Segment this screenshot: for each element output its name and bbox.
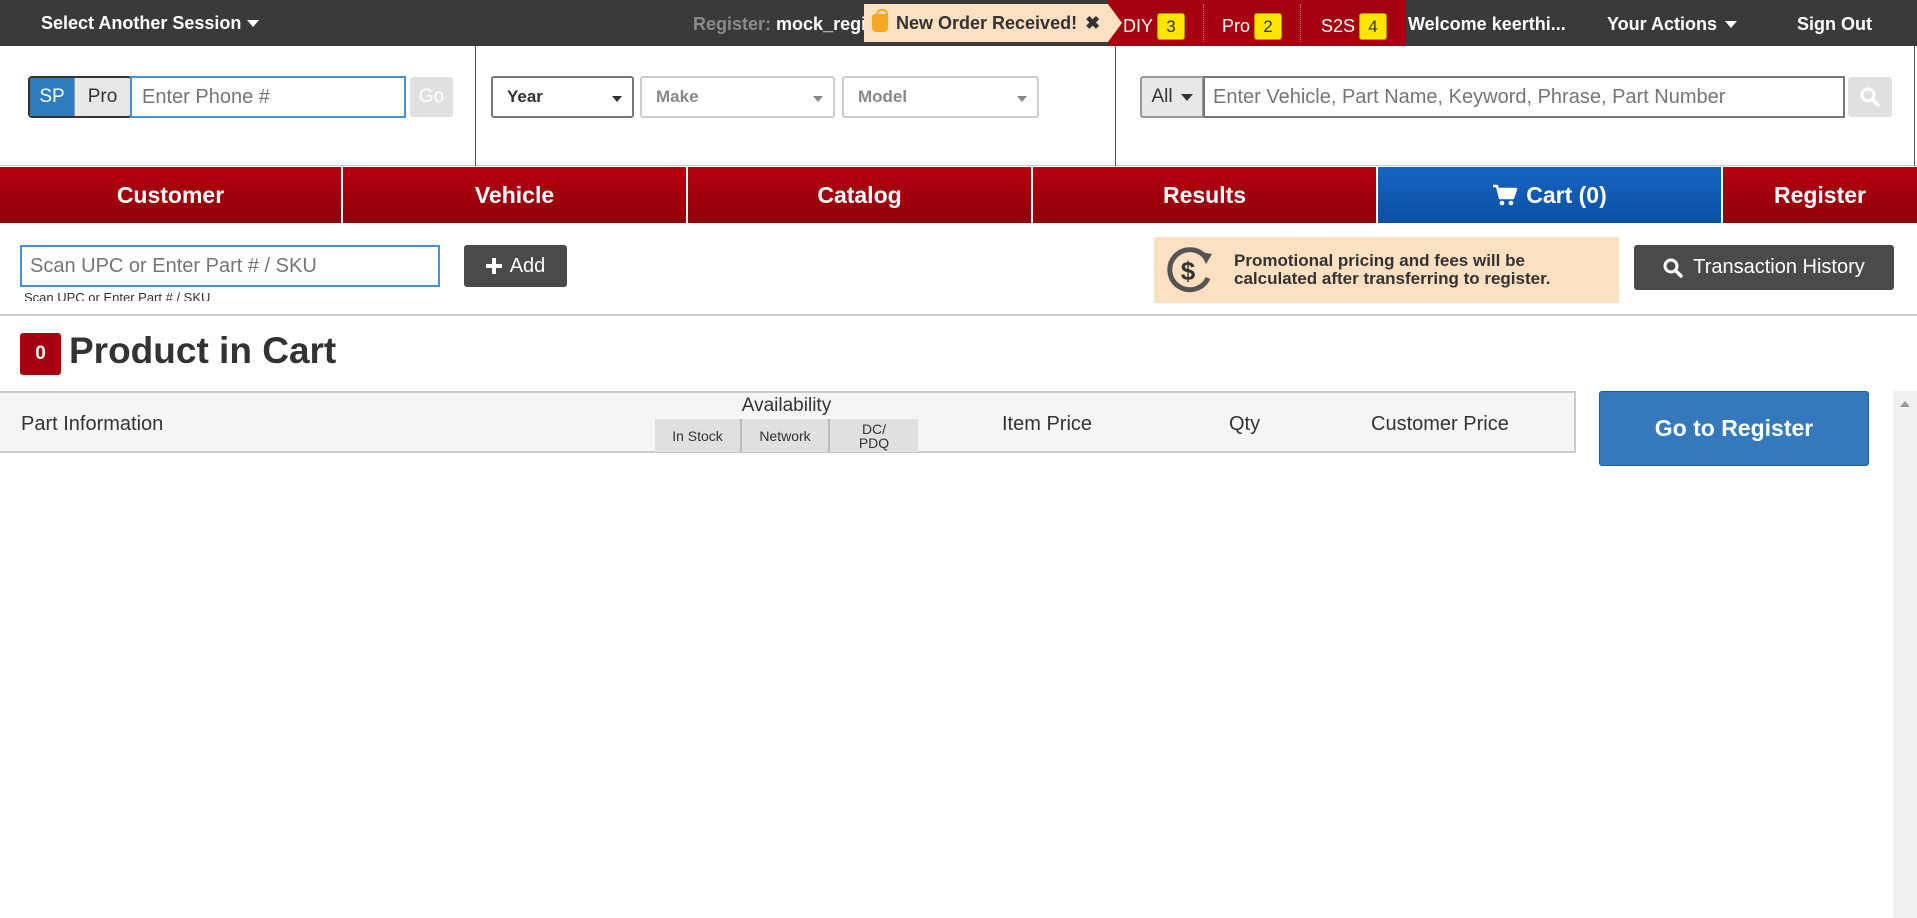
col-item-price: Item Price xyxy=(1002,413,1093,435)
tab-cart[interactable]: Cart (0) xyxy=(1378,167,1723,223)
scope-value: All xyxy=(1151,86,1173,107)
queue-count-badge: 2 xyxy=(1254,13,1283,40)
queue-pro[interactable]: Pro 2 xyxy=(1222,13,1283,40)
col-customer-price: Customer Price xyxy=(1371,413,1509,435)
go-button[interactable]: Go xyxy=(410,77,453,117)
dc-label: DC/ PDQ xyxy=(858,420,890,451)
shopping-bag-icon xyxy=(872,9,888,32)
divider xyxy=(1300,4,1301,42)
notice-text: New Order Received! xyxy=(896,12,1078,33)
caret-down-icon xyxy=(247,20,260,27)
search-button[interactable] xyxy=(1848,77,1892,117)
tab-register[interactable]: Register xyxy=(1723,167,1917,223)
dollar-refresh-icon: $ xyxy=(1167,247,1212,293)
col-availability: Availability In Stock Network DC/ PDQ xyxy=(655,393,918,453)
top-bar: Select Another Session Register: mock_re… xyxy=(0,0,1917,46)
pro-toggle[interactable]: Pro xyxy=(74,78,130,116)
divider xyxy=(1115,46,1116,166)
col-network: Network xyxy=(742,419,830,452)
sp-toggle[interactable]: SP xyxy=(30,78,74,116)
vehicle-part-search-input[interactable] xyxy=(1203,76,1845,118)
queue-label: DIY xyxy=(1123,16,1154,36)
divider xyxy=(1914,46,1915,166)
tab-results[interactable]: Results xyxy=(1033,167,1378,223)
your-actions-menu[interactable]: Your Actions xyxy=(1607,14,1738,35)
make-value: Make xyxy=(656,87,699,106)
svg-text:$: $ xyxy=(1181,256,1196,286)
cart-table-header: Part Information Availability In Stock N… xyxy=(0,391,1576,453)
plus-icon xyxy=(485,258,502,274)
year-value: Year xyxy=(507,87,543,106)
divider xyxy=(475,46,476,166)
caret-down-icon xyxy=(1725,21,1738,28)
col-dc-pdq: DC/ PDQ xyxy=(830,419,918,452)
queue-label: S2S xyxy=(1321,16,1356,36)
register-info: Register: mock_regi xyxy=(693,14,866,35)
register-label: Register: xyxy=(693,14,772,34)
col-part-information: Part Information xyxy=(21,413,164,435)
queue-count-badge: 3 xyxy=(1157,13,1186,40)
caret-down-icon xyxy=(813,96,823,102)
search-icon xyxy=(1860,87,1880,107)
history-label: Transaction History xyxy=(1693,256,1865,278)
caret-down-icon xyxy=(1180,93,1193,101)
year-select[interactable]: Year xyxy=(491,76,634,118)
welcome-text: Welcome keerthi... xyxy=(1408,14,1566,34)
page-title: Product in Cart xyxy=(69,330,337,371)
caret-down-icon xyxy=(612,96,622,102)
scroll-up-arrow-icon[interactable] xyxy=(1900,401,1910,407)
availability-label: Availability xyxy=(741,395,832,416)
tab-catalog[interactable]: Catalog xyxy=(688,167,1033,223)
promo-text: Promotional pricing and fees will be cal… xyxy=(1234,251,1551,288)
cart-count-badge: 0 xyxy=(20,333,61,375)
customer-type-toggle: SP Pro xyxy=(28,76,132,118)
queue-count-badge: 4 xyxy=(1359,13,1388,40)
divider xyxy=(1203,4,1204,42)
sign-out-link[interactable]: Sign Out xyxy=(1797,14,1872,35)
make-select[interactable]: Make xyxy=(640,76,835,118)
queue-label: Pro xyxy=(1222,16,1251,36)
promo-notice: $ Promotional pricing and fees will be c… xyxy=(1154,237,1619,303)
cart-tab-label: Cart (0) xyxy=(1526,181,1607,208)
search-icon xyxy=(1663,258,1683,278)
tab-customer[interactable]: Customer xyxy=(0,167,343,223)
tab-vehicle[interactable]: Vehicle xyxy=(343,167,688,223)
new-order-notice[interactable]: New Order Received! ✖ xyxy=(864,4,1109,42)
add-label: Add xyxy=(509,254,546,277)
col-qty: Qty xyxy=(1229,413,1261,435)
search-scope-select[interactable]: All xyxy=(1140,76,1204,118)
notice-arrow xyxy=(1108,4,1122,42)
phone-input[interactable] xyxy=(130,76,406,118)
session-label: Select Another Session xyxy=(41,13,242,33)
register-value: mock_regi xyxy=(776,14,867,34)
queue-diy[interactable]: DIY 3 xyxy=(1123,13,1186,40)
transaction-history-button[interactable]: Transaction History xyxy=(1634,245,1894,290)
queue-s2s[interactable]: S2S 4 xyxy=(1321,13,1388,40)
scan-hint: Scan UPC or Enter Part # / SKU xyxy=(24,290,211,301)
cart-icon xyxy=(1493,184,1518,206)
caret-down-icon xyxy=(1017,96,1027,102)
actions-label: Your Actions xyxy=(1607,14,1718,34)
model-value: Model xyxy=(858,87,908,106)
scan-upc-input[interactable] xyxy=(20,245,440,287)
col-in-stock: In Stock xyxy=(655,419,742,452)
add-button[interactable]: Add xyxy=(464,245,567,287)
main-nav: Customer Vehicle Catalog Results Cart (0… xyxy=(0,167,1917,223)
select-session-menu[interactable]: Select Another Session xyxy=(41,13,260,34)
go-to-register-button[interactable]: Go to Register xyxy=(1599,391,1869,466)
scrollbar[interactable] xyxy=(1893,391,1917,918)
search-row: SP Pro Go Year Make Model All xyxy=(0,46,1917,166)
divider xyxy=(0,314,1917,316)
model-select[interactable]: Model xyxy=(842,76,1039,118)
order-queues: DIY 3 Pro 2 S2S 4 xyxy=(1108,0,1405,46)
close-icon[interactable]: ✖ xyxy=(1085,13,1100,34)
